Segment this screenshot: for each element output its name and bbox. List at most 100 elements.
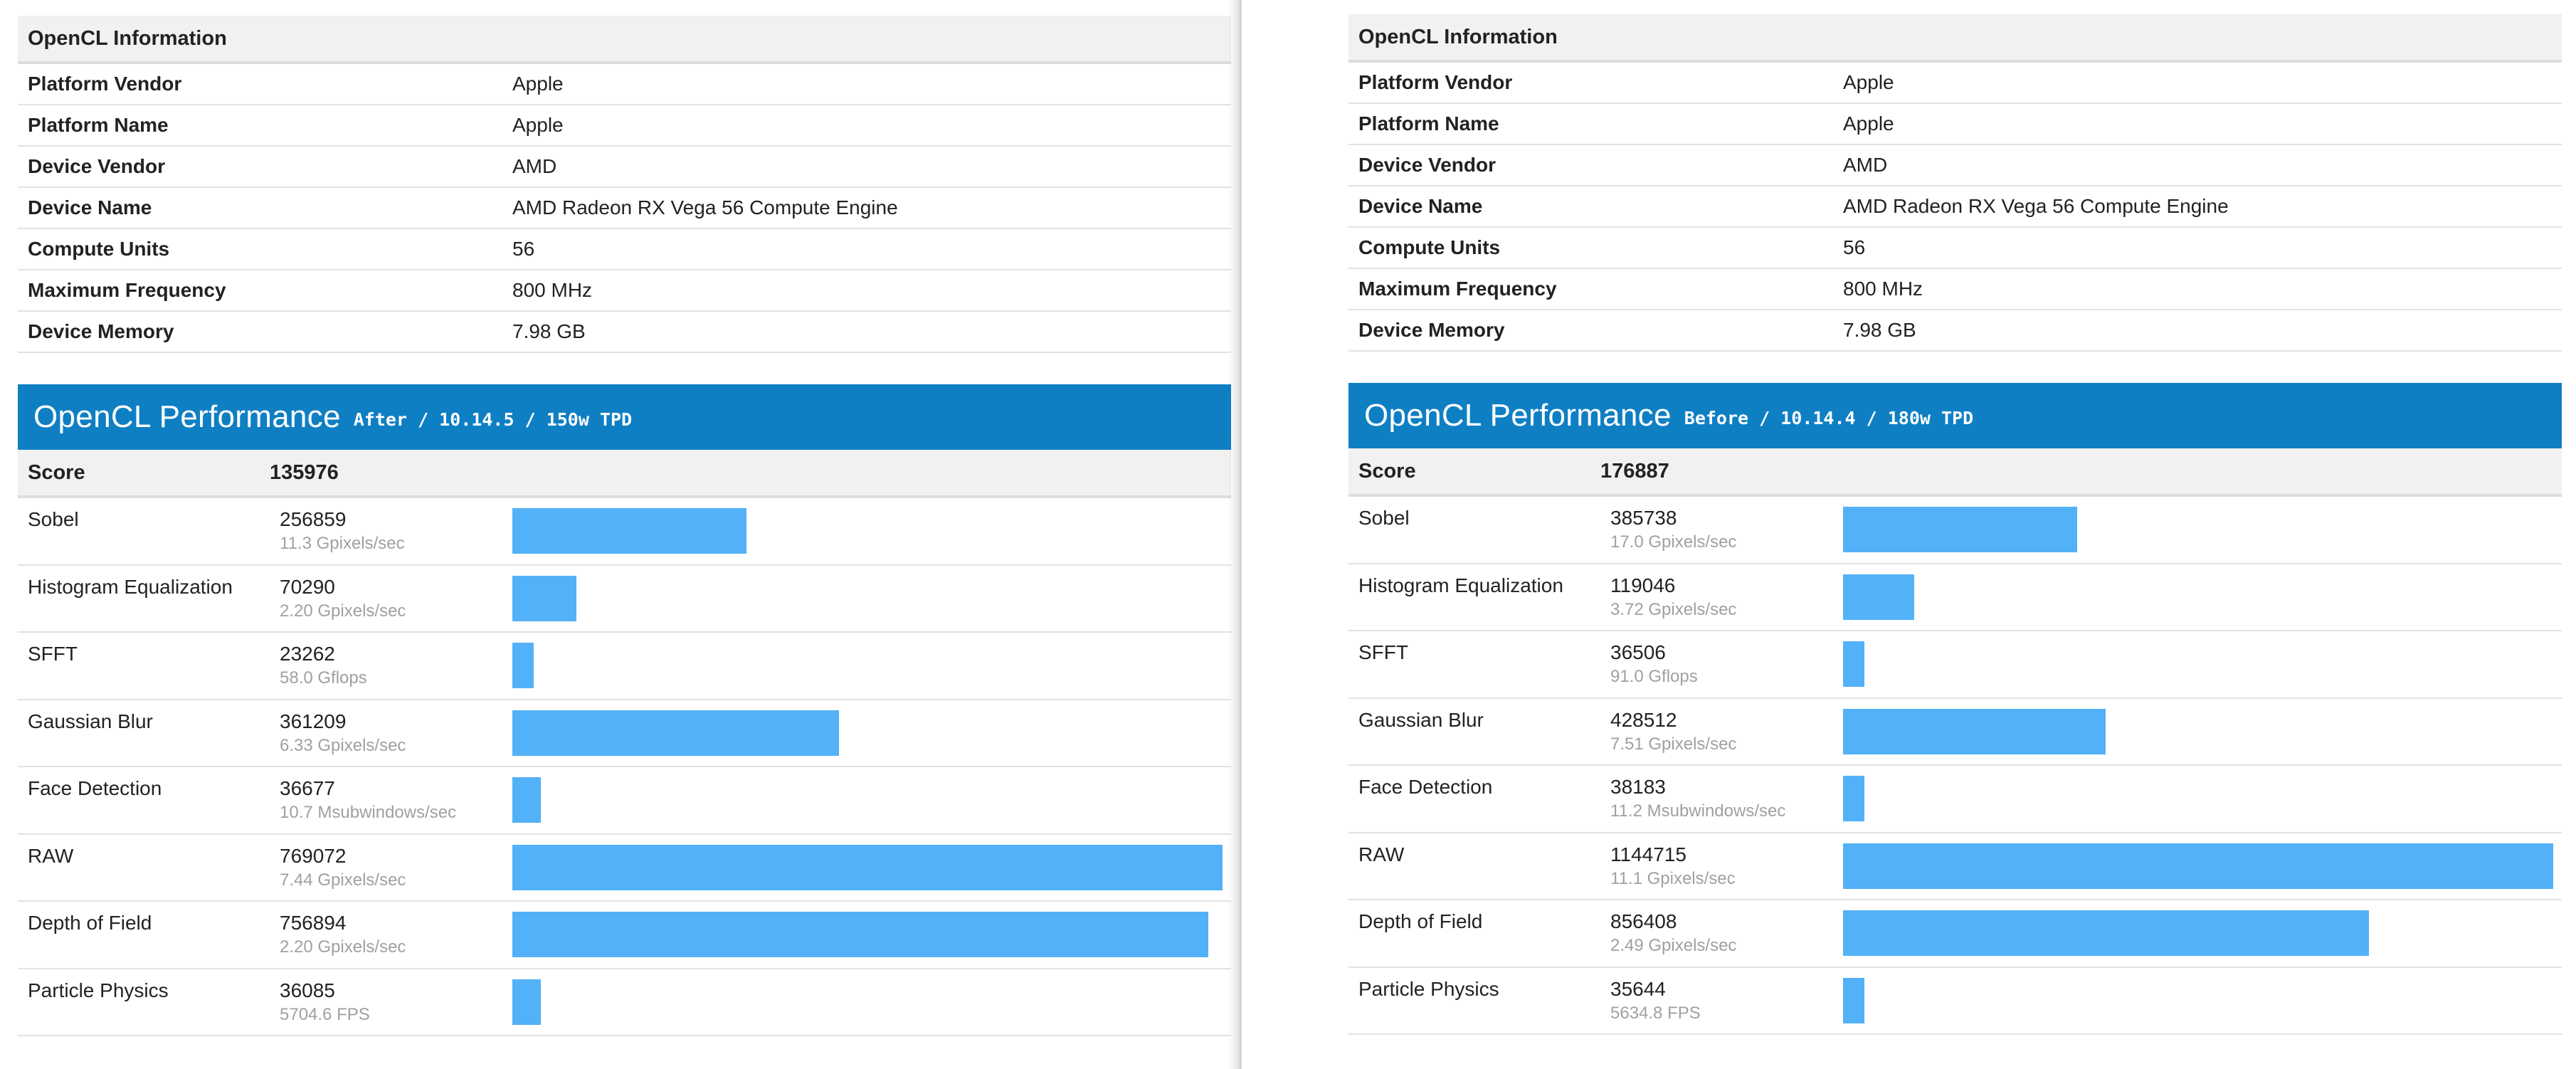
score-bar xyxy=(1843,574,1914,620)
test-name: Face Detection xyxy=(1358,776,1493,798)
info-key: Platform Vendor xyxy=(28,73,182,95)
perf-annotation: Before / 10.14.4 / 180w TPD xyxy=(1684,407,1974,428)
test-row: Sobel 256859 11.3 Gpixels/sec xyxy=(18,498,1231,566)
test-rate: 2.49 Gpixels/sec xyxy=(1610,936,1737,955)
info-key: Maximum Frequency xyxy=(28,279,226,301)
score-bar xyxy=(512,508,746,554)
test-row: RAW 1144715 11.1 Gpixels/sec xyxy=(1348,833,2562,900)
test-name: Particle Physics xyxy=(28,979,169,1001)
info-value: 56 xyxy=(512,238,535,260)
test-row: RAW 769072 7.44 Gpixels/sec xyxy=(18,835,1231,902)
test-name: SFFT xyxy=(1358,641,1408,663)
test-row: SFFT 23262 58.0 Gflops xyxy=(18,633,1231,700)
info-row: Device Vendor AMD xyxy=(1348,145,2562,186)
info-row: Platform Vendor Apple xyxy=(18,64,1231,105)
info-value: Apple xyxy=(512,73,564,95)
score-bar xyxy=(512,979,541,1025)
test-name: RAW xyxy=(28,844,74,867)
test-name: Face Detection xyxy=(28,777,162,799)
test-score: 38183 xyxy=(1610,776,1666,798)
info-key: Device Vendor xyxy=(1358,154,1496,176)
info-key: Compute Units xyxy=(1358,236,1501,258)
test-score: 36677 xyxy=(280,777,335,799)
test-row: Gaussian Blur 428512 7.51 Gpixels/sec xyxy=(1348,699,2562,766)
test-rate: 11.2 Msubwindows/sec xyxy=(1610,801,1786,821)
info-row: Device Memory 7.98 GB xyxy=(1348,310,2562,352)
info-key: Device Memory xyxy=(28,320,174,342)
info-key: Device Name xyxy=(28,196,152,218)
test-name: Histogram Equalization xyxy=(28,575,233,598)
test-row: Depth of Field 756894 2.20 Gpixels/sec xyxy=(18,902,1231,969)
test-score: 1144715 xyxy=(1610,843,1686,865)
test-score: 256859 xyxy=(280,508,347,530)
score-bar xyxy=(1843,641,1864,687)
test-rows: Sobel 385738 17.0 Gpixels/sec Histogram Equ… xyxy=(1348,497,2562,1035)
test-row: Particle Physics 35644 5634.8 FPS xyxy=(1348,968,2562,1035)
test-rows: Sobel 256859 11.3 Gpixels/sec Histogram Equ… xyxy=(18,498,1231,1036)
info-rows: Platform Vendor Apple Platform Name Apple De… xyxy=(18,64,1231,353)
test-row: Sobel 385738 17.0 Gpixels/sec xyxy=(1348,497,2562,564)
test-score: 361209 xyxy=(280,710,347,732)
info-value: Apple xyxy=(1843,71,1894,93)
test-score: 23262 xyxy=(280,643,335,665)
test-rate: 7.51 Gpixels/sec xyxy=(1610,734,1737,754)
info-key: Device Name xyxy=(1358,195,1483,217)
info-key: Device Memory xyxy=(1358,319,1505,341)
info-value: 800 MHz xyxy=(1843,278,1923,300)
test-score: 856408 xyxy=(1610,910,1677,932)
test-score: 385738 xyxy=(1610,507,1677,529)
test-score: 119046 xyxy=(1610,574,1676,596)
test-rate: 2.20 Gpixels/sec xyxy=(280,937,406,957)
info-key: Platform Name xyxy=(1358,112,1499,135)
test-rate: 6.33 Gpixels/sec xyxy=(280,735,406,755)
test-rate: 3.72 Gpixels/sec xyxy=(1610,599,1737,619)
test-rate: 10.7 Msubwindows/sec xyxy=(280,803,457,822)
test-rate: 91.0 Gflops xyxy=(1610,667,1698,686)
info-row: Compute Units 56 xyxy=(1348,228,2562,269)
info-row: Maximum Frequency 800 MHz xyxy=(18,270,1231,312)
test-name: Sobel xyxy=(1358,507,1410,529)
info-value: 7.98 GB xyxy=(512,320,586,342)
test-score: 428512 xyxy=(1610,708,1677,731)
test-name: Depth of Field xyxy=(1358,910,1483,932)
test-score: 36085 xyxy=(280,979,335,1001)
test-rate: 2.20 Gpixels/sec xyxy=(280,601,406,621)
test-name: RAW xyxy=(1358,843,1405,865)
perf-title: OpenCL Performance xyxy=(1364,398,1672,433)
info-table-header: OpenCL Information xyxy=(1348,14,2562,63)
perf-annotation: After / 10.14.5 / 150w TPD xyxy=(353,409,633,430)
score-bar xyxy=(1843,910,2369,956)
test-rate: 5704.6 FPS xyxy=(280,1004,370,1024)
score-bar xyxy=(1843,507,2077,552)
test-row: Histogram Equalization 70290 2.20 Gpixels/… xyxy=(18,566,1231,633)
info-row: Compute Units 56 xyxy=(18,229,1231,270)
score-row: Score 176887 xyxy=(1348,448,2562,497)
test-score: 35644 xyxy=(1610,977,1666,1000)
info-value: AMD xyxy=(1843,154,1888,176)
test-row: Histogram Equalization 119046 3.72 Gpixels… xyxy=(1348,564,2562,631)
test-rate: 7.44 Gpixels/sec xyxy=(280,870,406,890)
test-row: Face Detection 36677 10.7 Msubwindows/sec xyxy=(18,767,1231,835)
info-value: Apple xyxy=(1843,112,1894,135)
info-value: AMD Radeon RX Vega 56 Compute Engine xyxy=(1843,195,2229,217)
score-bar xyxy=(1843,776,1864,821)
opencl-performance-table: OpenCL Performance After / 10.14.5 / 150… xyxy=(18,384,1231,1036)
info-value: AMD Radeon RX Vega 56 Compute Engine xyxy=(512,196,898,218)
left-results-panel: OpenCL Information Platform Vendor Apple P… xyxy=(0,0,1242,1069)
info-key: Compute Units xyxy=(28,238,170,260)
test-name: Depth of Field xyxy=(28,912,152,934)
info-row: Device Vendor AMD xyxy=(18,147,1231,188)
info-value: AMD xyxy=(512,155,557,177)
perf-header: OpenCL Performance Before / 10.14.4 / 18… xyxy=(1348,383,2562,448)
score-bar xyxy=(512,643,534,688)
test-name: Gaussian Blur xyxy=(28,710,153,732)
test-name: Gaussian Blur xyxy=(1358,708,1484,731)
test-score: 36506 xyxy=(1610,641,1666,663)
test-score: 756894 xyxy=(280,912,347,934)
info-row: Platform Name Apple xyxy=(1348,104,2562,145)
test-row: Gaussian Blur 361209 6.33 Gpixels/sec xyxy=(18,700,1231,767)
test-name: Histogram Equalization xyxy=(1358,574,1563,596)
info-row: Platform Vendor Apple xyxy=(1348,63,2562,104)
test-rate: 58.0 Gflops xyxy=(280,668,367,688)
info-key: Platform Name xyxy=(28,114,169,136)
